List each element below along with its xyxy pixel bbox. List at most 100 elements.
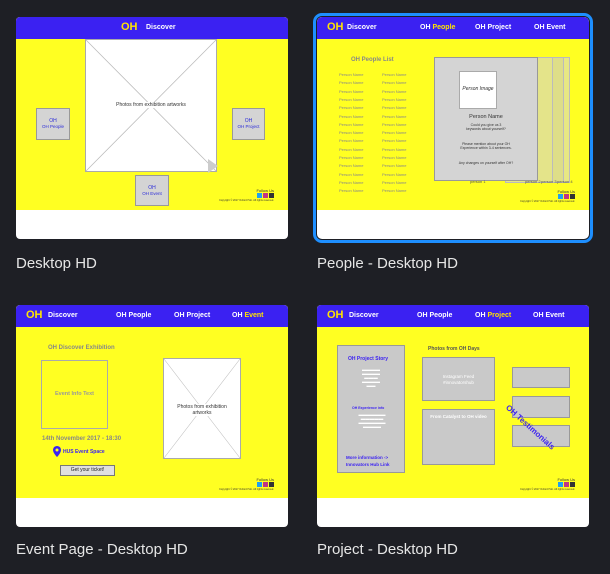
instagram-icon <box>263 482 268 487</box>
twitter-icon <box>558 482 563 487</box>
artboard-thumbnail-people[interactable]: OH Discover OH DiscoverPeople OH Project… <box>313 13 593 243</box>
youtube-icon <box>570 482 575 487</box>
youtube-icon <box>269 482 274 487</box>
people-list-item[interactable]: Person Name <box>339 172 363 177</box>
people-list-item[interactable]: Person Name <box>382 114 406 119</box>
artboard-caption: Desktop HD <box>16 255 97 272</box>
people-list-title: OH People List <box>351 57 394 63</box>
people-label: OH OH People <box>37 118 69 129</box>
catalyst-video-label: From Catalyst to OH video <box>430 414 487 419</box>
people-list-item[interactable]: Person Name <box>339 180 363 185</box>
story-text-lines: ▬▬▬▬ ▬▬▬▬ ▬▬▬ ▬▬▬▬ ▬▬ <box>362 367 380 388</box>
people-list-item[interactable]: Person Name <box>339 147 363 152</box>
artboard-caption: Event Page - Desktop HD <box>16 541 188 558</box>
youtube-icon <box>570 194 575 199</box>
nav-project: OH Project <box>174 312 211 319</box>
people-list-item[interactable]: Person Name <box>382 97 406 102</box>
event-info-box: Event Info Text <box>41 360 108 429</box>
photos-label: Photos from exhibition artworks <box>86 102 216 108</box>
event-box: OH OH Event <box>135 175 169 206</box>
people-list-item[interactable]: Person Name <box>382 89 406 94</box>
nav-discover: Discover <box>48 312 78 319</box>
footer: Follow Us Copyright © 2017 Oxford Hub. A… <box>219 477 274 491</box>
people-list-item[interactable]: Person Name <box>382 180 406 185</box>
logo: OH <box>327 21 344 33</box>
nav-discover: Discover <box>146 24 176 31</box>
people-list-item[interactable]: Person Name <box>339 138 363 143</box>
tab-person-3: person 3 <box>541 179 557 184</box>
youtube-icon <box>269 193 274 198</box>
artboard-thumbnail-desktop-hd[interactable]: OH Discover Photos from exhibition artwo… <box>16 17 288 239</box>
people-list-item[interactable]: Person Name <box>382 172 406 177</box>
exhibition-title: OH Discover Exhibition <box>48 345 115 351</box>
people-list-item[interactable]: Person Name <box>339 72 363 77</box>
nav-project: OH Project <box>475 24 512 31</box>
logo: OH <box>121 21 138 33</box>
event-info-text: Event Info Text <box>54 391 94 397</box>
instagram-icon <box>263 193 268 198</box>
event-date: 14th November 2017 - 18:30 <box>42 436 122 442</box>
photos-days-title: Photos from OH Days <box>428 346 480 352</box>
people-list-item[interactable]: Person Name <box>339 188 363 193</box>
people-list-item[interactable]: Person Name <box>339 97 363 102</box>
footer: Follow Us Copyright © 2017 Oxford Hub. A… <box>520 477 575 491</box>
question-experience: Please mention about your OH Experience … <box>460 142 512 150</box>
innovators-hub-link[interactable]: Innovators Hub Link <box>346 462 390 467</box>
footer: Follow Us Copyright © 2017 Oxford Hub. A… <box>219 188 274 202</box>
people-list-item[interactable]: Person Name <box>382 155 406 160</box>
person-profile-card: Person Image Person Name Could you give … <box>434 57 538 181</box>
people-list-item[interactable]: Person Name <box>339 105 363 110</box>
people-list-item[interactable]: Person Name <box>339 155 363 160</box>
nav-discover: Discover <box>349 312 379 319</box>
people-list-item[interactable]: Person Name <box>382 72 406 77</box>
project-story-panel: OH Project Story ▬▬▬▬ ▬▬▬▬ ▬▬▬ ▬▬▬▬ ▬▬ OH Ex… <box>337 345 405 473</box>
nav-bar: OH Discover OH People OH Project OH Even… <box>16 305 288 327</box>
copyright: Copyright © 2017 Oxford Hub. All rights … <box>219 488 274 491</box>
photos-placeholder: Photos from exhibition artworks <box>163 358 241 459</box>
nav-people-oh: OH <box>420 24 431 31</box>
people-list-item[interactable]: Person Name <box>382 130 406 135</box>
nav-people: OH DiscoverPeople <box>420 24 455 31</box>
logo: OH <box>26 309 43 321</box>
event-venue: HUS Event Space <box>63 449 105 455</box>
people-list-item[interactable]: Person Name <box>339 130 363 135</box>
people-list-item[interactable]: Person Name <box>382 122 406 127</box>
people-list-item[interactable]: Person Name <box>339 122 363 127</box>
people-list-item[interactable]: Person Name <box>339 163 363 168</box>
artboard-thumbnail-event[interactable]: OH Discover OH People OH Project OH Even… <box>16 305 288 527</box>
project-text: OH Project <box>237 124 260 129</box>
people-list-item[interactable]: Person Name <box>339 89 363 94</box>
instagram-feed-label: Instagram Feed <box>442 374 475 379</box>
people-list-item[interactable]: Person Name <box>382 188 406 193</box>
instagram-icon <box>564 194 569 199</box>
nav-discover: Discover <box>347 24 377 31</box>
experience-title: OH Experience info <box>352 406 385 410</box>
instagram-icon <box>564 482 569 487</box>
people-list-item[interactable]: Person Name <box>382 80 406 85</box>
get-ticket-button[interactable]: Get your ticket! <box>60 465 115 476</box>
nav-people: OH People <box>417 312 453 319</box>
logo: OH <box>327 309 344 321</box>
people-list-item[interactable]: Person Name <box>339 80 363 85</box>
people-text: OH People <box>41 124 64 129</box>
footer: Follow Us Copyright © 2017 Oxford Hub. A… <box>520 189 575 203</box>
project-box: OH OH Project <box>232 108 265 140</box>
tab-person-4: person 4 <box>557 179 573 184</box>
artboard-thumbnail-project[interactable]: OH Discover OH People OH Project OH Even… <box>317 305 589 527</box>
people-list-item[interactable]: Person Name <box>339 114 363 119</box>
people-box: OH OH People <box>36 108 70 140</box>
person-image-placeholder: Person Image <box>459 71 497 109</box>
people-list-item[interactable]: Person Name <box>382 105 406 110</box>
testimonial-box-1 <box>512 367 570 388</box>
experience-text-lines: ▬▬▬▬▬▬ ▬▬▬▬▬ ▬▬▬▬▬▬ ▬▬▬▬ <box>358 412 386 429</box>
people-list-item[interactable]: Person Name <box>382 147 406 152</box>
photos-placeholder: Photos from exhibition artworks <box>85 39 217 172</box>
nav-project-oh: OH <box>475 312 486 319</box>
people-list-item[interactable]: Person Name <box>382 138 406 143</box>
people-list-item[interactable]: Person Name <box>382 163 406 168</box>
location-pin-icon <box>53 446 61 457</box>
project-story-title: OH Project Story <box>348 356 389 362</box>
event-label: OH OH Event <box>136 185 168 196</box>
more-information: More information -> <box>346 455 389 460</box>
nav-event-oh: OH <box>232 312 243 319</box>
